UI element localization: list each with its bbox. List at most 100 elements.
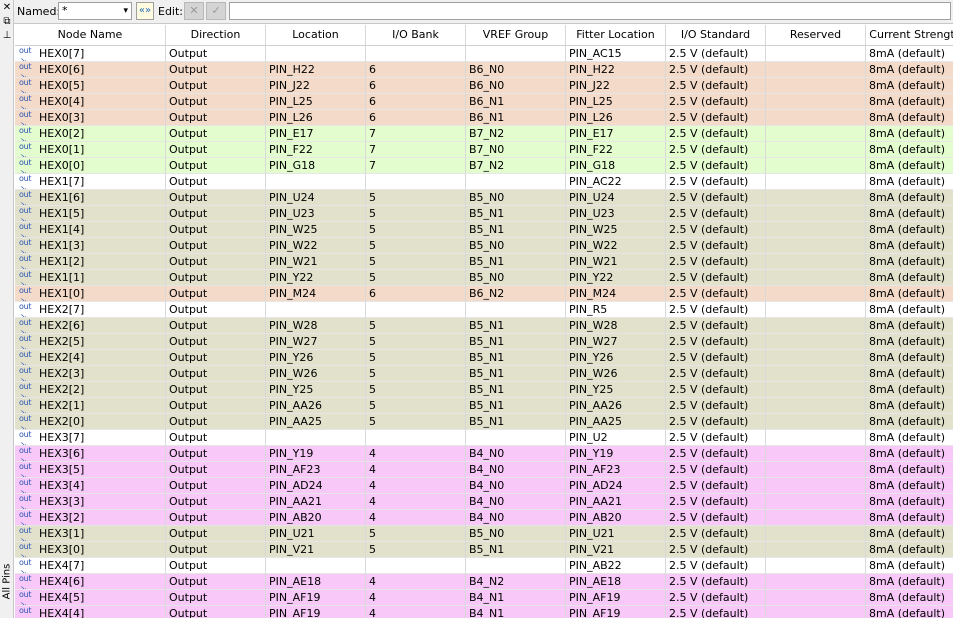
cell-node-name[interactable]: out ↘ HEX3[7] <box>15 430 166 446</box>
cell-io-bank[interactable]: 4 <box>366 606 466 618</box>
cell-fitter-location[interactable]: PIN_AA26 <box>566 398 666 414</box>
cell-io-standard[interactable]: 2.5 V (default) <box>666 206 766 222</box>
cell-io-bank[interactable]: 5 <box>366 238 466 254</box>
cell-location[interactable]: PIN_W28 <box>266 318 366 334</box>
table-row[interactable]: out ↘ HEX3[2] Output PIN_AB20 4 B4_N0 PIN_AB20 2… <box>15 510 953 526</box>
cell-current-strength[interactable]: 8mA (default) <box>866 238 953 254</box>
cell-fitter-location[interactable]: PIN_M24 <box>566 286 666 302</box>
table-row[interactable]: out ↘ HEX1[5] Output PIN_U23 5 B5_N1 PIN_U23 2.5… <box>15 206 953 222</box>
cell-direction[interactable]: Output <box>166 414 266 430</box>
cell-direction[interactable]: Output <box>166 126 266 142</box>
cell-io-bank[interactable]: 5 <box>366 254 466 270</box>
cell-io-bank[interactable]: 5 <box>366 318 466 334</box>
cell-node-name[interactable]: out ↘ HEX3[6] <box>15 446 166 462</box>
column-header-direction[interactable]: Direction <box>166 25 266 45</box>
cell-location[interactable]: PIN_Y26 <box>266 350 366 366</box>
close-icon[interactable]: ✕ <box>1 2 13 14</box>
cell-io-bank[interactable]: 5 <box>366 542 466 558</box>
cell-reserved[interactable] <box>766 270 866 286</box>
cell-current-strength[interactable]: 8mA (default) <box>866 334 953 350</box>
cell-current-strength[interactable]: 8mA (default) <box>866 158 953 174</box>
table-row[interactable]: out ↘ HEX2[6] Output PIN_W28 5 B5_N1 PIN_W28 2.5… <box>15 318 953 334</box>
cell-fitter-location[interactable]: PIN_AF19 <box>566 590 666 606</box>
cell-node-name[interactable]: out ↘ HEX1[4] <box>15 222 166 238</box>
cell-fitter-location[interactable]: PIN_U24 <box>566 190 666 206</box>
cell-vref-group[interactable]: B5_N1 <box>466 254 566 270</box>
cell-io-bank[interactable]: 7 <box>366 142 466 158</box>
cell-current-strength[interactable]: 8mA (default) <box>866 462 953 478</box>
cell-node-name[interactable]: out ↘ HEX2[5] <box>15 334 166 350</box>
cell-current-strength[interactable]: 8mA (default) <box>866 574 953 590</box>
table-row[interactable]: out ↘ HEX3[7] Output PIN_U2 2.5 V (default) 8m… <box>15 430 953 446</box>
cell-node-name[interactable]: out ↘ HEX4[7] <box>15 558 166 574</box>
cell-io-bank[interactable] <box>366 46 466 62</box>
cell-direction[interactable]: Output <box>166 334 266 350</box>
cell-vref-group[interactable]: B5_N1 <box>466 382 566 398</box>
cell-reserved[interactable] <box>766 414 866 430</box>
cell-current-strength[interactable]: 8mA (default) <box>866 526 953 542</box>
cell-vref-group[interactable] <box>466 46 566 62</box>
accept-edit-button[interactable]: ✓ <box>206 2 226 20</box>
cell-node-name[interactable]: out ↘ HEX3[1] <box>15 526 166 542</box>
cell-fitter-location[interactable]: PIN_AF19 <box>566 606 666 618</box>
cell-vref-group[interactable]: B5_N0 <box>466 270 566 286</box>
cell-io-bank[interactable] <box>366 430 466 446</box>
cell-node-name[interactable]: out ↘ HEX1[7] <box>15 174 166 190</box>
cell-location[interactable]: PIN_H22 <box>266 62 366 78</box>
cell-current-strength[interactable]: 8mA (default) <box>866 78 953 94</box>
cell-direction[interactable]: Output <box>166 398 266 414</box>
cell-fitter-location[interactable]: PIN_V21 <box>566 542 666 558</box>
all-pins-tab[interactable]: All Pins <box>0 554 14 614</box>
cell-reserved[interactable] <box>766 558 866 574</box>
cell-node-name[interactable]: out↘HEX4[4] <box>15 606 166 618</box>
cell-current-strength[interactable]: 8mA (default) <box>866 446 953 462</box>
table-row[interactable]: out ↘ HEX4[6] Output PIN_AE18 4 B4_N2 PIN_AE18 2… <box>15 574 953 590</box>
cell-node-name[interactable]: out ↘ HEX0[7] <box>15 46 166 62</box>
cell-io-standard[interactable]: 2.5 V (default) <box>666 174 766 190</box>
table-row[interactable]: out ↘ HEX0[6] Output PIN_H22 6 B6_N0 PIN_H22 2.5… <box>15 62 953 78</box>
cell-direction[interactable]: Output <box>166 238 266 254</box>
column-header-node-name[interactable]: Node Name <box>15 25 166 45</box>
table-row[interactable]: out ↘ HEX3[1] Output PIN_U21 5 B5_N0 PIN_U21 2.5… <box>15 526 953 542</box>
cell-current-strength[interactable]: 8mA (default) <box>866 430 953 446</box>
cell-vref-group[interactable] <box>466 174 566 190</box>
cell-direction[interactable]: Output <box>166 110 266 126</box>
cell-direction[interactable]: Output <box>166 494 266 510</box>
cell-current-strength[interactable]: 8mA (default) <box>866 46 953 62</box>
cell-vref-group[interactable]: B4_N0 <box>466 494 566 510</box>
cell-io-standard[interactable]: 2.5 V (default) <box>666 574 766 590</box>
cell-vref-group[interactable]: B6_N2 <box>466 286 566 302</box>
cell-direction[interactable]: Output <box>166 478 266 494</box>
cell-location[interactable]: PIN_W26 <box>266 366 366 382</box>
cell-direction[interactable]: Output <box>166 446 266 462</box>
named-filter-dropdown[interactable]: * ▾ <box>58 2 132 20</box>
cell-node-name[interactable]: out ↘ HEX2[4] <box>15 350 166 366</box>
cell-fitter-location[interactable]: PIN_AA25 <box>566 414 666 430</box>
cell-io-standard[interactable]: 2.5 V (default) <box>666 318 766 334</box>
cell-direction[interactable]: Output <box>166 542 266 558</box>
cell-location[interactable] <box>266 46 366 62</box>
cell-location[interactable]: PIN_Y22 <box>266 270 366 286</box>
cell-io-bank[interactable]: 5 <box>366 222 466 238</box>
cell-direction[interactable]: Output <box>166 302 266 318</box>
cell-io-bank[interactable]: 5 <box>366 270 466 286</box>
cell-reserved[interactable] <box>766 254 866 270</box>
table-row[interactable]: out↘HEX4[4]OutputPIN_AF194B4_N1PIN_AF192… <box>15 606 953 618</box>
cell-fitter-location[interactable]: PIN_U21 <box>566 526 666 542</box>
cell-reserved[interactable] <box>766 238 866 254</box>
cell-location[interactable] <box>266 174 366 190</box>
table-row[interactable]: out ↘ HEX1[2] Output PIN_W21 5 B5_N1 PIN_W21 2.5… <box>15 254 953 270</box>
cell-reserved[interactable] <box>766 126 866 142</box>
cell-reserved[interactable] <box>766 430 866 446</box>
cell-reserved[interactable] <box>766 574 866 590</box>
table-row[interactable]: out ↘ HEX1[6] Output PIN_U24 5 B5_N0 PIN_U24 2.5… <box>15 190 953 206</box>
cell-direction[interactable]: Output <box>166 350 266 366</box>
table-row[interactable]: out ↘ HEX1[4] Output PIN_W25 5 B5_N1 PIN_W25 2.5… <box>15 222 953 238</box>
cell-io-standard[interactable]: 2.5 V (default) <box>666 542 766 558</box>
cell-io-bank[interactable]: 5 <box>366 334 466 350</box>
cell-vref-group[interactable]: B4_N0 <box>466 446 566 462</box>
cell-location[interactable] <box>266 430 366 446</box>
cell-current-strength[interactable]: 8mA (default) <box>866 222 953 238</box>
cell-io-bank[interactable]: 4 <box>366 478 466 494</box>
cell-fitter-location[interactable]: PIN_W25 <box>566 222 666 238</box>
